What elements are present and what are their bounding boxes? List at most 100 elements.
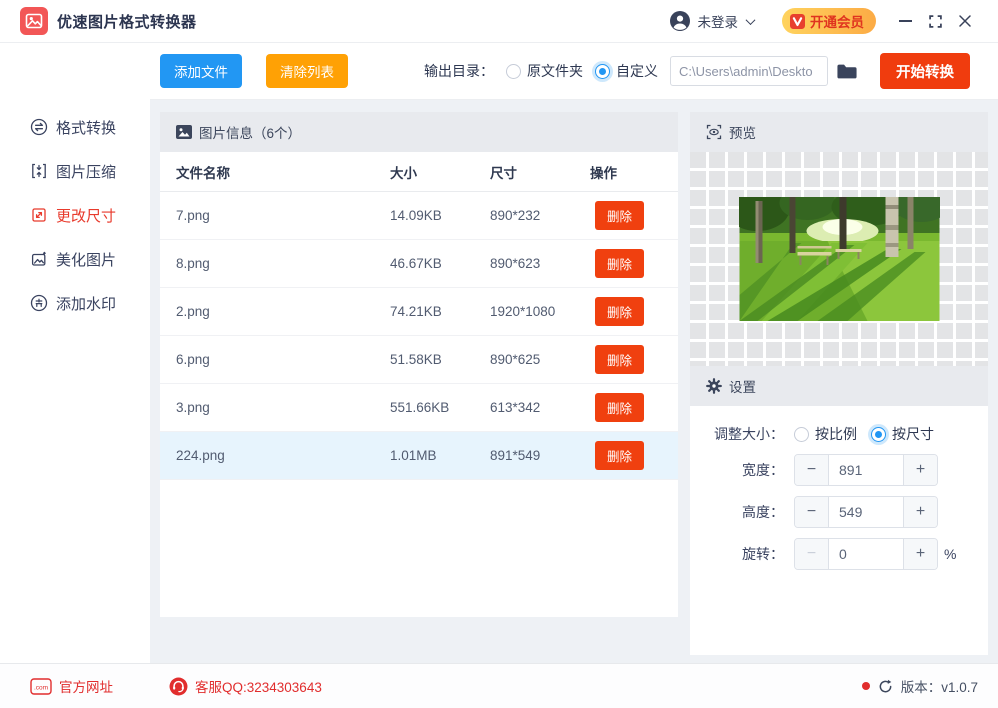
preview-settings-panel: 预览 设置 调整大小： 按比例 按尺寸 宽度： − 891 + 高度： − 54… [690, 112, 988, 655]
app-window: 优速图片格式转换器 未登录 开通会员 格式转换 图片压缩 更改尺寸 美化图片 添… [0, 0, 998, 708]
preview-title: 预览 [729, 126, 756, 141]
customer-service-qq-label: 客服QQ:3234303643 [195, 680, 322, 695]
open-vip-button[interactable]: 开通会员 [782, 8, 876, 34]
radio-custom-folder[interactable]: 自定义 [595, 61, 658, 81]
radio-by-ratio-circle[interactable] [794, 426, 809, 442]
radio-original-folder-label: 原文件夹 [527, 63, 583, 79]
close-button[interactable] [950, 6, 980, 36]
official-website-link[interactable]: .com 官方网址 [30, 676, 113, 696]
table-header-row: 文件名称 大小 尺寸 操作 [160, 152, 678, 192]
width-increment-button[interactable]: + [903, 455, 937, 485]
file-list-panel: 图片信息（6个） 文件名称 大小 尺寸 操作 7.png 14.09KB 890… [160, 112, 678, 617]
radio-custom-folder-label: 自定义 [616, 63, 658, 79]
format-convert-icon [30, 118, 48, 136]
minimize-button[interactable] [890, 6, 920, 36]
col-size: 大小 [390, 165, 417, 181]
file-size: 551.66KB [390, 400, 450, 415]
maximize-button[interactable] [920, 6, 950, 36]
table-row[interactable]: 7.png 14.09KB 890*232 删除 [160, 192, 678, 240]
file-name: 8.png [176, 256, 210, 271]
file-panel-header: 图片信息（6个） [160, 112, 678, 152]
file-size: 14.09KB [390, 208, 442, 223]
official-website-label: 官方网址 [59, 680, 113, 695]
sidebar-item-watermark[interactable]: 添加水印 [0, 281, 150, 325]
rotate-decrement-button[interactable]: − [795, 539, 829, 569]
user-avatar-icon [669, 10, 691, 32]
settings-body: 调整大小： 按比例 按尺寸 宽度： − 891 + 高度： − 549 + 旋转… [690, 406, 988, 655]
compress-icon [32, 163, 46, 179]
app-title: 优速图片格式转换器 [57, 13, 197, 31]
table-row-selected[interactable]: 224.png 1.01MB 891*549 删除 [160, 432, 678, 480]
radio-by-ratio[interactable]: 按比例 [794, 424, 857, 444]
sidebar-item-compress[interactable]: 图片压缩 [0, 149, 150, 193]
radio-custom-folder-circle[interactable] [595, 63, 610, 79]
gear-icon [706, 378, 722, 394]
file-dims: 890*625 [490, 352, 541, 367]
resize-icon [32, 208, 46, 222]
status-dot-icon [861, 682, 870, 690]
delete-button[interactable]: 删除 [595, 441, 645, 470]
resize-mode-row: 调整大小： 按比例 按尺寸 [706, 424, 972, 444]
height-label: 高度： [742, 504, 784, 520]
table-row[interactable]: 2.png 74.21KB 1920*1080 删除 [160, 288, 678, 336]
browse-folder-button[interactable] [836, 63, 858, 80]
width-row: 宽度： − 891 + [706, 454, 972, 486]
version-area: 版本：v1.0.7 [861, 676, 978, 696]
col-ops: 操作 [590, 165, 617, 181]
width-value[interactable]: 891 [829, 455, 903, 485]
radio-by-size-label: 按尺寸 [892, 426, 934, 442]
titlebar-controls: 未登录 开通会员 [669, 6, 981, 36]
refresh-icon[interactable] [878, 679, 893, 694]
app-logo-icon [20, 7, 48, 35]
rotate-label: 旋转： [742, 546, 784, 562]
rotate-increment-button[interactable]: + [903, 539, 937, 569]
preview-image[interactable] [738, 197, 940, 321]
height-value[interactable]: 549 [829, 497, 903, 527]
height-increment-button[interactable]: + [903, 497, 937, 527]
settings-header: 设置 [690, 366, 988, 406]
sidebar-nav: 格式转换 图片压缩 更改尺寸 美化图片 添加水印 [0, 43, 150, 663]
output-path-input[interactable] [670, 56, 828, 86]
minimize-icon [898, 20, 912, 22]
sidebar-item-format-convert[interactable]: 格式转换 [0, 105, 150, 149]
toolbar: 添加文件 清除列表 输出目录： 原文件夹 自定义 C:\Users\admin\… [150, 43, 998, 100]
watermark-icon [30, 294, 48, 312]
delete-button[interactable]: 删除 [595, 345, 645, 374]
delete-button[interactable]: 删除 [595, 393, 645, 422]
settings-title: 设置 [729, 380, 756, 395]
start-convert-button[interactable]: 开始转换 [880, 53, 970, 89]
sidebar-item-label: 美化图片 [56, 251, 117, 269]
footer-bar: .com 官方网址 客服QQ:3234303643 版本：v1.0.7 [0, 663, 998, 708]
title-bar: 优速图片格式转换器 未登录 开通会员 [0, 0, 998, 43]
sidebar-item-resize[interactable]: 更改尺寸 [0, 193, 150, 237]
content-area: 图片信息（6个） 文件名称 大小 尺寸 操作 7.png 14.09KB 890… [150, 100, 998, 663]
website-com-icon: .com [30, 677, 52, 695]
radio-by-size-circle[interactable] [871, 426, 886, 442]
file-name: 3.png [176, 400, 210, 415]
preview-eye-icon [706, 124, 722, 140]
add-files-button[interactable]: 添加文件 [160, 54, 242, 88]
sidebar-item-label: 更改尺寸 [56, 207, 117, 225]
rotate-value[interactable]: 0 [829, 539, 903, 569]
sidebar-item-beautify[interactable]: 美化图片 [0, 237, 150, 281]
height-decrement-button[interactable]: − [795, 497, 829, 527]
delete-button[interactable]: 删除 [595, 201, 645, 230]
width-decrement-button[interactable]: − [795, 455, 829, 485]
delete-button[interactable]: 删除 [595, 249, 645, 278]
app-identity: 优速图片格式转换器 [20, 7, 197, 35]
file-size: 1.01MB [390, 448, 437, 463]
file-panel-title: 图片信息（6个） [199, 126, 302, 141]
customer-service-qq-link[interactable]: 客服QQ:3234303643 [169, 676, 322, 696]
radio-original-folder[interactable]: 原文件夹 [506, 61, 583, 81]
table-row[interactable]: 6.png 51.58KB 890*625 删除 [160, 336, 678, 384]
radio-original-folder-circle[interactable] [506, 63, 521, 79]
clear-list-button[interactable]: 清除列表 [266, 54, 348, 88]
table-row[interactable]: 3.png 551.66KB 613*342 删除 [160, 384, 678, 432]
resize-mode-label: 调整大小： [714, 426, 784, 442]
login-menu[interactable]: 未登录 [669, 10, 756, 32]
delete-button[interactable]: 删除 [595, 297, 645, 326]
output-dir-group: 输出目录： 原文件夹 自定义 开始转换 [424, 53, 970, 89]
file-dims: 890*623 [490, 256, 541, 271]
radio-by-size[interactable]: 按尺寸 [871, 424, 934, 444]
table-row[interactable]: 8.png 46.67KB 890*623 删除 [160, 240, 678, 288]
